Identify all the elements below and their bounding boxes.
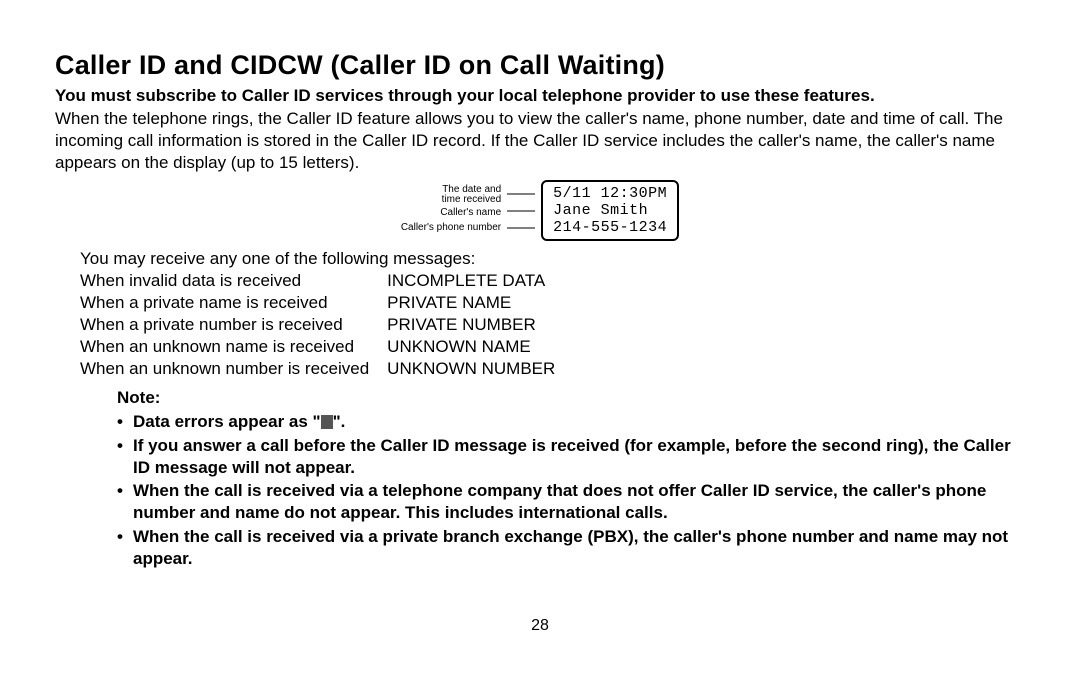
- note-text: ".: [333, 412, 346, 431]
- lcd-screen: 5/11 12:30PM Jane Smith 214-555-1234: [541, 180, 679, 242]
- note-heading: Note:: [117, 387, 1025, 409]
- msg-value: PRIVATE NUMBER: [387, 315, 573, 337]
- table-row: When an unknown number is received UNKNO…: [80, 359, 573, 381]
- diagram-label-date: The date and time received: [401, 185, 501, 205]
- messages-intro: You may receive any one of the following…: [80, 249, 1025, 269]
- note-item: When the call is received via a telephon…: [117, 480, 1025, 524]
- msg-value: UNKNOWN NAME: [387, 337, 573, 359]
- diagram-connector-lines: [507, 182, 535, 238]
- msg-value: UNKNOWN NUMBER: [387, 359, 573, 381]
- table-row: When invalid data is received INCOMPLETE…: [80, 271, 573, 293]
- lcd-line-2: Jane Smith: [553, 202, 667, 219]
- msg-condition: When an unknown name is received: [80, 337, 387, 359]
- intro-paragraph: When the telephone rings, the Caller ID …: [55, 108, 1025, 173]
- msg-condition: When a private number is received: [80, 315, 387, 337]
- lcd-line-3: 214-555-1234: [553, 219, 667, 236]
- note-item: If you answer a call before the Caller I…: [117, 435, 1025, 479]
- table-row: When a private name is received PRIVATE …: [80, 293, 573, 315]
- lcd-line-1: 5/11 12:30PM: [553, 185, 667, 202]
- table-row: When an unknown name is received UNKNOWN…: [80, 337, 573, 359]
- note-item: When the call is received via a private …: [117, 526, 1025, 570]
- msg-value: PRIVATE NAME: [387, 293, 573, 315]
- messages-table: When invalid data is received INCOMPLETE…: [80, 271, 573, 381]
- note-block: Note: Data errors appear as " ". If you a…: [117, 387, 1025, 569]
- note-text: Data errors appear as ": [133, 412, 321, 431]
- diagram-label-date-line2: time received: [442, 194, 501, 205]
- diagram-label-number: Caller's phone number: [401, 220, 501, 235]
- msg-condition: When an unknown number is received: [80, 359, 387, 381]
- page-number: 28: [55, 617, 1025, 635]
- lcd-diagram: The date and time received Caller's name…: [55, 180, 1025, 242]
- page-title: Caller ID and CIDCW (Caller ID on Call W…: [55, 50, 1025, 81]
- msg-value: INCOMPLETE DATA: [387, 271, 573, 293]
- diagram-label-name: Caller's name: [401, 205, 501, 220]
- table-row: When a private number is received PRIVAT…: [80, 315, 573, 337]
- error-block-icon: [321, 415, 333, 429]
- manual-page: Caller ID and CIDCW (Caller ID on Call W…: [0, 0, 1080, 645]
- msg-condition: When a private name is received: [80, 293, 387, 315]
- msg-condition: When invalid data is received: [80, 271, 387, 293]
- intro-bold: You must subscribe to Caller ID services…: [55, 85, 1025, 106]
- note-item: Data errors appear as " ".: [117, 411, 1025, 433]
